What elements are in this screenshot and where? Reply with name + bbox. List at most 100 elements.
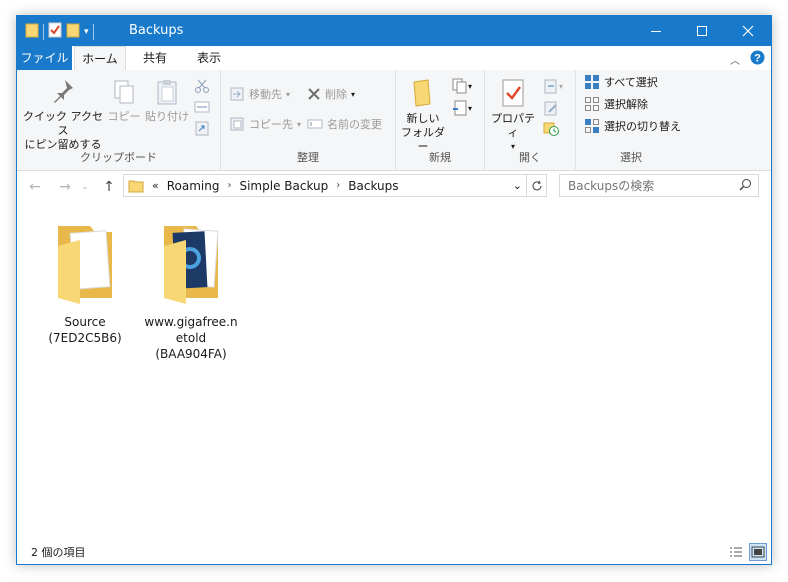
new-folder-button[interactable]: 新しい フォルダー: [398, 78, 448, 154]
move-to-label: 移動先: [249, 88, 282, 101]
large-icons-view-button[interactable]: [749, 543, 767, 561]
list-item[interactable]: Source (7ED2C5B6): [37, 216, 133, 346]
maximize-button[interactable]: [679, 16, 725, 46]
invert-selection-label: 選択の切り替え: [604, 120, 681, 133]
tab-file[interactable]: ファイル: [17, 46, 72, 70]
status-bar: 2 個の項目: [17, 540, 771, 564]
cut-icon[interactable]: [194, 78, 210, 97]
copy-button[interactable]: コピー: [107, 78, 141, 124]
pin-icon: [54, 80, 73, 103]
window-title: Backups: [129, 23, 184, 38]
copy-icon: [114, 80, 134, 104]
folder-icon: [58, 226, 112, 304]
search-box[interactable]: [559, 174, 759, 197]
close-button[interactable]: [725, 16, 771, 46]
properties-icon: [502, 79, 524, 107]
rename-button[interactable]: 名前の変更: [307, 114, 382, 134]
folder-icon: [164, 226, 219, 304]
forward-arrow-icon: →: [59, 179, 71, 195]
chevron-down-icon: ▾: [559, 81, 564, 91]
easy-access-icon: [453, 100, 467, 116]
ribbon: クイック アクセス にピン留めする コピー 貼り付け クリップボード 移動先 ▾…: [17, 70, 771, 171]
ribbon-controls: ︿ ?: [730, 50, 765, 68]
properties-label: プロパティ: [491, 112, 535, 139]
copy-to-icon: [230, 117, 244, 131]
back-button[interactable]: ←: [25, 178, 45, 196]
item-count: 2 個の項目: [31, 546, 86, 559]
copy-to-button[interactable]: コピー先 ▾: [229, 114, 301, 134]
back-arrow-icon: ←: [29, 179, 41, 195]
move-to-button[interactable]: 移動先 ▾: [229, 84, 290, 104]
view-switcher: [727, 543, 767, 561]
open-icon: [544, 79, 557, 94]
select-group-label: 選択: [620, 151, 642, 164]
forward-button[interactable]: →: [55, 178, 75, 196]
refresh-button[interactable]: [527, 174, 547, 197]
select-all-label: すべて選択: [604, 76, 658, 89]
new-group-label: 新規: [429, 151, 451, 164]
new-folder-qat-icon[interactable]: [66, 22, 80, 41]
clipboard-group: クイック アクセス にピン留めする コピー 貼り付け クリップボード: [17, 70, 221, 170]
collapse-ribbon-icon[interactable]: ︿: [730, 52, 740, 67]
minimize-button[interactable]: [633, 16, 679, 46]
paste-button[interactable]: 貼り付け: [145, 78, 189, 124]
pin-quick-access-button[interactable]: クイック アクセス にピン留めする: [23, 78, 103, 152]
breadcrumb-simple-backup[interactable]: Simple Backup: [239, 179, 328, 193]
copy-path-icon[interactable]: [194, 100, 210, 117]
details-view-icon: [730, 547, 742, 557]
recent-locations-button[interactable]: ⌄: [79, 178, 91, 196]
edit-icon[interactable]: [543, 100, 559, 119]
invert-selection-button[interactable]: 選択の切り替え: [584, 116, 681, 136]
copy-to-label: コピー先: [249, 118, 293, 131]
chevron-right-icon[interactable]: ›: [336, 180, 340, 191]
chevron-right-icon[interactable]: ›: [227, 180, 231, 191]
quick-access-toolbar: ▾: [25, 22, 94, 41]
maximize-icon: [697, 26, 707, 36]
navigation-bar: ← → ⌄ ↑ « Roaming › Simple Backup › Back…: [17, 172, 771, 202]
ribbon-tabs: ファイル ホーム 共有 表示 ︿ ?: [17, 46, 771, 71]
search-icon[interactable]: [739, 178, 752, 194]
properties-qat-icon[interactable]: [48, 22, 62, 41]
details-view-button[interactable]: [727, 543, 745, 561]
paste-label: 貼り付け: [145, 110, 189, 123]
invert-selection-icon: [585, 119, 599, 133]
address-dropdown-icon[interactable]: ⌄: [513, 179, 522, 192]
help-icon[interactable]: ?: [750, 50, 765, 68]
open-group-label: 開く: [519, 151, 541, 164]
paste-shortcut-icon[interactable]: [194, 120, 210, 139]
folder-icon: [25, 22, 39, 41]
copy-label: コピー: [107, 110, 141, 123]
easy-access-button[interactable]: ▾: [452, 100, 472, 116]
select-all-icon: [585, 75, 599, 89]
tab-view[interactable]: 表示: [187, 46, 231, 70]
tab-share[interactable]: 共有: [133, 46, 177, 70]
select-group: すべて選択 選択解除 選択の切り替え 選択: [576, 70, 686, 170]
rename-label: 名前の変更: [327, 118, 382, 131]
chevron-down-icon: ▾: [351, 89, 356, 99]
customize-qat-icon[interactable]: ▾: [84, 27, 89, 37]
select-none-button[interactable]: 選択解除: [584, 94, 648, 114]
new-folder-icon: [413, 79, 431, 107]
new-item-button[interactable]: ▾: [452, 78, 472, 94]
breadcrumb-roaming[interactable]: Roaming: [167, 179, 220, 193]
breadcrumb-overflow[interactable]: «: [152, 179, 159, 192]
delete-button[interactable]: 削除 ▾: [307, 84, 355, 104]
address-bar[interactable]: « Roaming › Simple Backup › Backups ⌄: [123, 174, 527, 197]
open-button[interactable]: ▾: [543, 78, 563, 94]
breadcrumb-backups[interactable]: Backups: [348, 179, 398, 193]
up-arrow-icon: ↑: [103, 179, 115, 195]
file-list: Source (7ED2C5B6) www.gigafree.n etold (…: [17, 206, 771, 536]
select-all-button[interactable]: すべて選択: [584, 72, 658, 92]
list-item[interactable]: www.gigafree.n etold (BAA904FA): [143, 216, 239, 362]
search-input[interactable]: [560, 175, 746, 196]
large-icons-view-icon: [751, 546, 765, 558]
svg-text:?: ?: [754, 53, 761, 65]
tab-home[interactable]: ホーム: [74, 46, 126, 71]
up-button[interactable]: ↑: [99, 178, 119, 196]
properties-button[interactable]: プロパティ ▾: [487, 78, 539, 154]
history-icon[interactable]: [543, 120, 559, 139]
open-group: プロパティ ▾ ▾ 開く: [485, 70, 576, 170]
select-none-label: 選択解除: [604, 98, 648, 111]
chevron-down-icon: ▾: [286, 89, 291, 99]
close-icon: [742, 25, 754, 37]
